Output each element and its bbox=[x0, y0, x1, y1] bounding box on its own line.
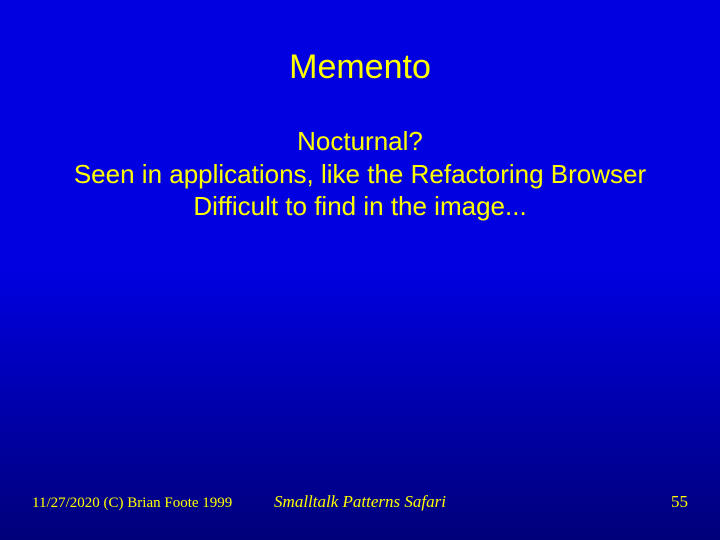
slide-number: 55 bbox=[671, 492, 688, 512]
slide-footer: 11/27/2020 (C) Brian Foote 1999 Smalltal… bbox=[0, 492, 720, 512]
footer-date-copyright: 11/27/2020 (C) Brian Foote 1999 bbox=[32, 495, 232, 512]
body-line-1: Nocturnal? bbox=[60, 125, 660, 158]
slide-body: Nocturnal? Seen in applications, like th… bbox=[0, 125, 720, 223]
footer-title: Smalltalk Patterns Safari bbox=[274, 492, 446, 512]
body-line-3: Difficult to find in the image... bbox=[60, 190, 660, 223]
slide-title: Memento bbox=[0, 0, 720, 87]
body-line-2: Seen in applications, like the Refactori… bbox=[60, 158, 660, 191]
